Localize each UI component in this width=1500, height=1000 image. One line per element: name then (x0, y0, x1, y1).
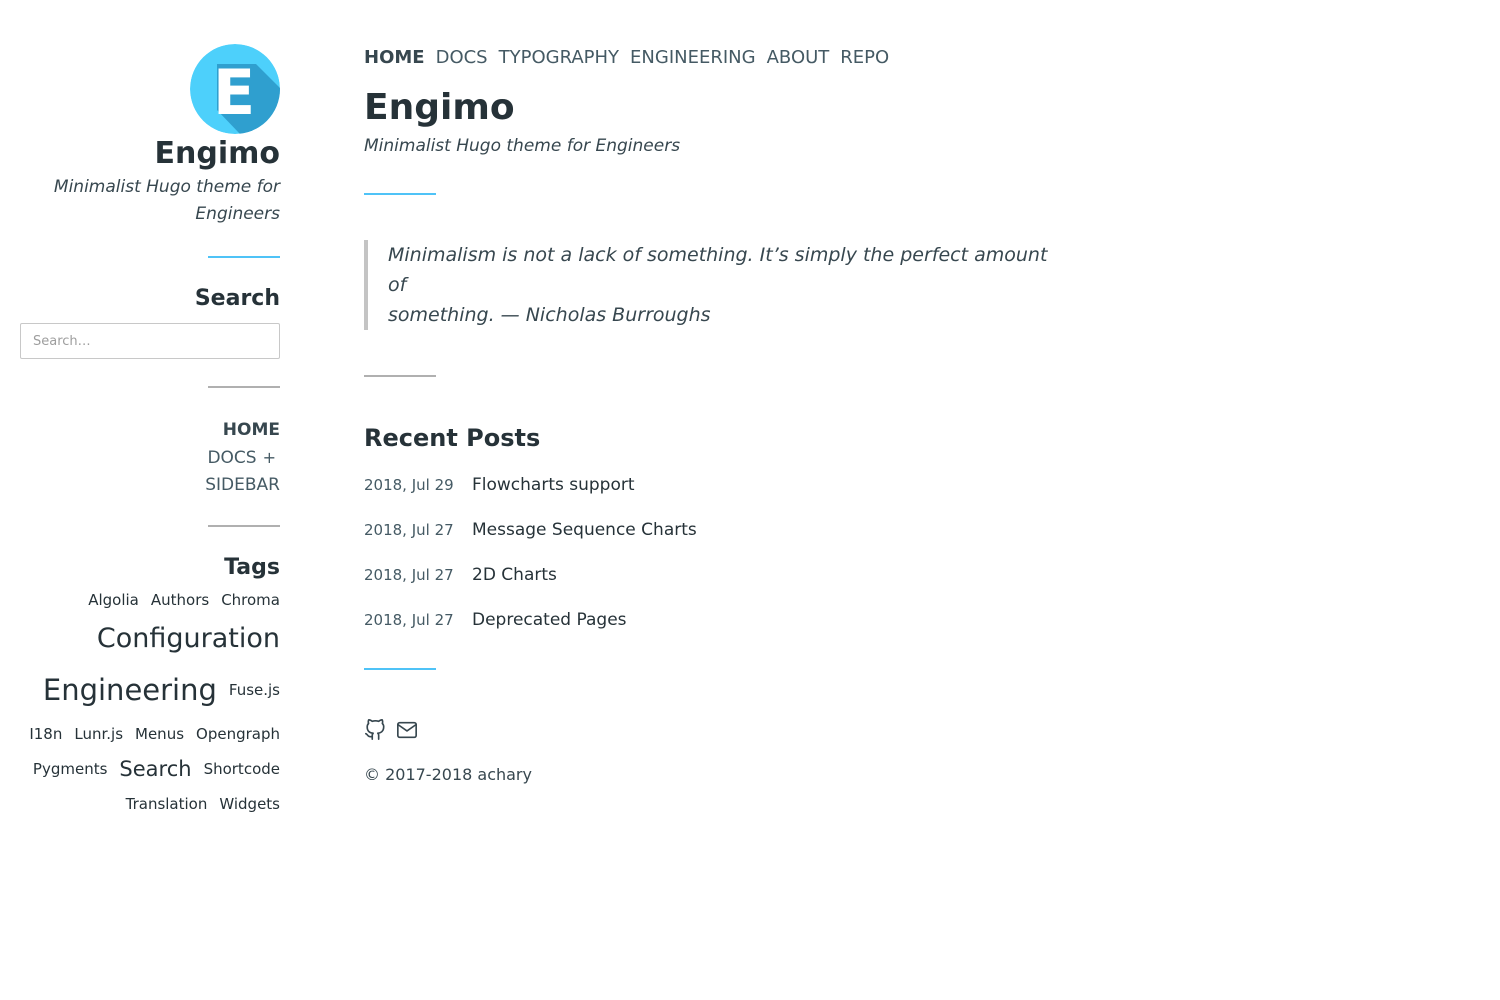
divider (208, 525, 280, 527)
sidebar-nav-sidebar[interactable]: SIDEBAR (20, 472, 280, 499)
social-links (364, 719, 1124, 741)
nav-docs[interactable]: DOCS (436, 44, 488, 72)
post-item: 2018, Jul 27 Message Sequence Charts (364, 520, 1124, 565)
github-icon[interactable] (364, 719, 386, 741)
copyright: © 2017-2018 achary (364, 765, 532, 784)
divider (208, 256, 280, 258)
post-item: 2018, Jul 27 Deprecated Pages (364, 610, 1124, 655)
tag-opengraph[interactable]: Opengraph (196, 724, 280, 744)
post-title-link[interactable]: Deprecated Pages (472, 610, 627, 630)
site-title[interactable]: Engimo (20, 136, 280, 172)
quote: Minimalism is not a lack of something. I… (364, 240, 1048, 330)
tag-authors[interactable]: Authors (151, 590, 209, 610)
search-input[interactable] (20, 323, 280, 359)
site-logo[interactable]: E (190, 44, 280, 134)
post-date: 2018, Jul 27 (364, 566, 454, 584)
tag-translation[interactable]: Translation (126, 794, 208, 814)
post-title-link[interactable]: Message Sequence Charts (472, 520, 697, 540)
nav-home[interactable]: HOME (364, 44, 425, 72)
tag-shortcode[interactable]: Shortcode (204, 759, 280, 779)
tag-cloud: Algolia Authors Chroma Configuration Eng… (20, 590, 280, 822)
sidebar-nav-docs[interactable]: DOCS + (20, 444, 280, 472)
tags-heading: Tags (224, 555, 280, 580)
tag-fusejs[interactable]: Fuse.js (229, 680, 280, 700)
site-subtitle-line1: Minimalist Hugo theme for (53, 177, 280, 197)
tag-lunrjs[interactable]: Lunr.js (74, 724, 123, 744)
post-title-link[interactable]: 2D Charts (472, 565, 557, 585)
page-title: Engimo (364, 87, 515, 128)
divider (364, 668, 436, 670)
tag-search[interactable]: Search (119, 759, 191, 780)
post-title-link[interactable]: Flowcharts support (472, 475, 635, 495)
post-date: 2018, Jul 27 (364, 521, 454, 539)
tag-algolia[interactable]: Algolia (88, 590, 139, 610)
sidebar-nav-home[interactable]: HOME (20, 417, 280, 444)
quote-line1: Minimalism is not a lack of something. I… (388, 244, 1048, 296)
sidebar-nav-docs-label: DOCS (207, 448, 257, 468)
tag-configuration[interactable]: Configuration (97, 625, 280, 652)
top-nav: HOME DOCS TYPOGRAPHY ENGINEERING ABOUT R… (364, 44, 1124, 72)
tag-pygments[interactable]: Pygments (33, 759, 108, 779)
main-content: HOME DOCS TYPOGRAPHY ENGINEERING ABOUT R… (364, 44, 1124, 784)
post-date: 2018, Jul 27 (364, 611, 454, 629)
tag-engineering[interactable]: Engineering (43, 676, 217, 705)
sidebar: E Engimo Minimalist Hugo theme for Engin… (20, 44, 280, 822)
post-date: 2018, Jul 29 (364, 476, 454, 494)
recent-posts-list: 2018, Jul 29 Flowcharts support 2018, Ju… (364, 475, 1124, 655)
divider (208, 386, 280, 388)
nav-repo[interactable]: REPO (840, 44, 889, 72)
sidebar-nav: HOME DOCS + SIDEBAR (20, 417, 280, 499)
logo-icon: E (190, 44, 280, 134)
tag-i18n[interactable]: I18n (29, 724, 62, 744)
mail-icon[interactable] (396, 719, 418, 741)
recent-posts-heading: Recent Posts (364, 424, 541, 452)
tag-menus[interactable]: Menus (135, 724, 184, 744)
divider (364, 375, 436, 377)
divider (364, 193, 436, 195)
post-item: 2018, Jul 27 2D Charts (364, 565, 1124, 610)
page-subtitle: Minimalist Hugo theme for Engineers (364, 136, 681, 156)
post-item: 2018, Jul 29 Flowcharts support (364, 475, 1124, 520)
nav-typography[interactable]: TYPOGRAPHY (499, 44, 619, 72)
nav-engineering[interactable]: ENGINEERING (630, 44, 756, 72)
nav-about[interactable]: ABOUT (767, 44, 830, 72)
tag-widgets[interactable]: Widgets (219, 794, 280, 814)
tag-chroma[interactable]: Chroma (221, 590, 280, 610)
site-subtitle: Minimalist Hugo theme for Engineers (20, 174, 280, 228)
quote-line2: something. — Nicholas Burroughs (388, 304, 711, 326)
expand-plus-icon[interactable]: + (263, 448, 276, 467)
logo-letter: E (213, 56, 255, 129)
site-subtitle-line2: Engineers (195, 204, 280, 224)
search-heading: Search (194, 286, 280, 311)
